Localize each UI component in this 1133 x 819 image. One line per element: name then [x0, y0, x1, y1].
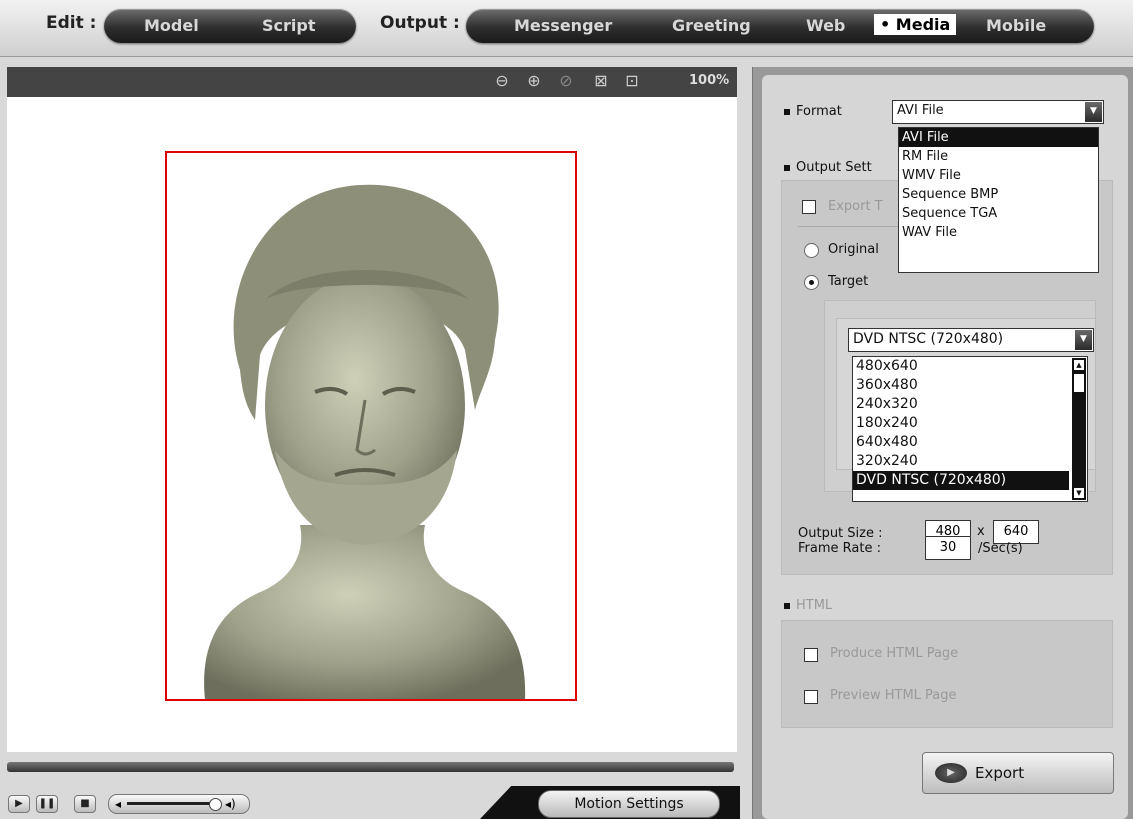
original-radio[interactable] — [804, 243, 819, 258]
format-option[interactable]: Sequence TGA — [899, 204, 1098, 223]
format-select-value: AVI File — [897, 103, 944, 118]
volume-knob[interactable] — [209, 798, 222, 811]
stop-button[interactable]: ■ — [74, 795, 96, 813]
chevron-down-icon[interactable]: ▼ — [1085, 102, 1102, 122]
edit-tab-group — [104, 9, 356, 43]
zoom-in-icon[interactable]: ⊕ — [525, 72, 543, 90]
output-size-x: x — [977, 524, 985, 539]
motion-settings-button[interactable]: Motion Settings — [538, 790, 720, 818]
size-option[interactable]: 240x320 — [853, 395, 1069, 414]
format-option[interactable]: WMV File — [899, 166, 1098, 185]
export-button-label: Export — [975, 764, 1025, 782]
chevron-down-icon[interactable]: ▼ — [1075, 330, 1092, 350]
viewer-toolbar: ⊖ ⊕ ⊘ ⊠ ⊡ 100% — [7, 67, 737, 97]
html-group — [781, 620, 1113, 728]
scroll-up-icon[interactable]: ▲ — [1074, 360, 1084, 370]
frame-rate-label: Frame Rate : — [798, 541, 881, 556]
tab-model[interactable]: Model — [144, 16, 199, 35]
selection-frame[interactable] — [165, 151, 577, 701]
format-label: Format — [784, 104, 842, 119]
zoom-out-icon[interactable]: ⊖ — [493, 72, 511, 90]
fit-screen-icon[interactable]: ⊠ — [592, 72, 610, 90]
size-option[interactable]: 480x640 — [853, 357, 1069, 376]
pause-button[interactable]: ❚❚ — [36, 795, 58, 813]
output-size-label: Output Size : — [798, 526, 883, 541]
size-select[interactable]: DVD NTSC (720x480) ▼ — [848, 328, 1094, 352]
tab-messenger[interactable]: Messenger — [514, 16, 612, 35]
preview-html-checkbox[interactable] — [804, 690, 818, 704]
format-select[interactable]: AVI File ▼ — [892, 100, 1104, 124]
size-option[interactable]: DVD NTSC (720x480) — [853, 471, 1069, 490]
tab-mobile[interactable]: Mobile — [986, 16, 1046, 35]
target-radio[interactable] — [804, 275, 819, 290]
frame-rate-unit: /Sec(s) — [978, 541, 1023, 556]
size-option[interactable]: 360x480 — [853, 376, 1069, 395]
edit-label: Edit : — [46, 13, 97, 33]
size-dropdown-list: 480x640 360x480 240x320 180x240 640x480 … — [852, 356, 1088, 502]
format-option[interactable]: Sequence BMP — [899, 185, 1098, 204]
tab-script[interactable]: Script — [262, 16, 315, 35]
size-option[interactable]: 180x240 — [853, 414, 1069, 433]
size-option[interactable]: 320x240 — [853, 452, 1069, 471]
tab-greeting[interactable]: Greeting — [672, 16, 751, 35]
zoom-level: 100% — [689, 73, 730, 88]
scroll-thumb[interactable] — [1074, 374, 1084, 392]
timeline-slider[interactable] — [7, 762, 734, 772]
export-checkbox[interactable] — [802, 200, 816, 214]
output-label: Output : — [380, 13, 460, 33]
produce-html-checkbox[interactable] — [804, 648, 818, 662]
tab-media[interactable]: • Media — [874, 14, 957, 35]
produce-html-label: Produce HTML Page — [830, 646, 959, 661]
html-section-label: HTML — [784, 598, 832, 613]
tab-web[interactable]: Web — [806, 16, 845, 35]
format-option[interactable]: WAV File — [899, 223, 1098, 242]
format-option[interactable]: RM File — [899, 147, 1098, 166]
export-icon: ▶ — [935, 763, 967, 783]
speaker-low-icon: ◂ — [115, 797, 122, 811]
size-list-scrollbar[interactable]: ▲ ▼ — [1072, 358, 1086, 500]
volume-slider[interactable]: ◂ ◂) — [108, 794, 250, 814]
no-zoom-icon[interactable]: ⊘ — [557, 72, 575, 90]
actual-size-icon[interactable]: ⊡ — [623, 72, 641, 90]
frame-rate-input[interactable]: 30 — [925, 536, 971, 560]
scroll-down-icon[interactable]: ▼ — [1074, 488, 1084, 498]
export-label: Export T — [828, 199, 883, 214]
original-label: Original — [828, 242, 879, 257]
speaker-high-icon: ◂) — [225, 797, 236, 811]
preview-html-label: Preview HTML Page — [830, 688, 957, 703]
export-button[interactable]: ▶ Export — [922, 752, 1114, 794]
format-dropdown-list: AVI File RM File WMV File Sequence BMP S… — [898, 127, 1099, 273]
target-label: Target — [828, 274, 869, 289]
size-option[interactable]: 640x480 — [853, 433, 1069, 452]
size-select-value: DVD NTSC (720x480) — [853, 331, 1004, 347]
format-option[interactable]: AVI File — [899, 128, 1098, 147]
output-settings-label: Output Sett — [784, 160, 872, 175]
play-button[interactable]: ▶ — [8, 795, 30, 813]
